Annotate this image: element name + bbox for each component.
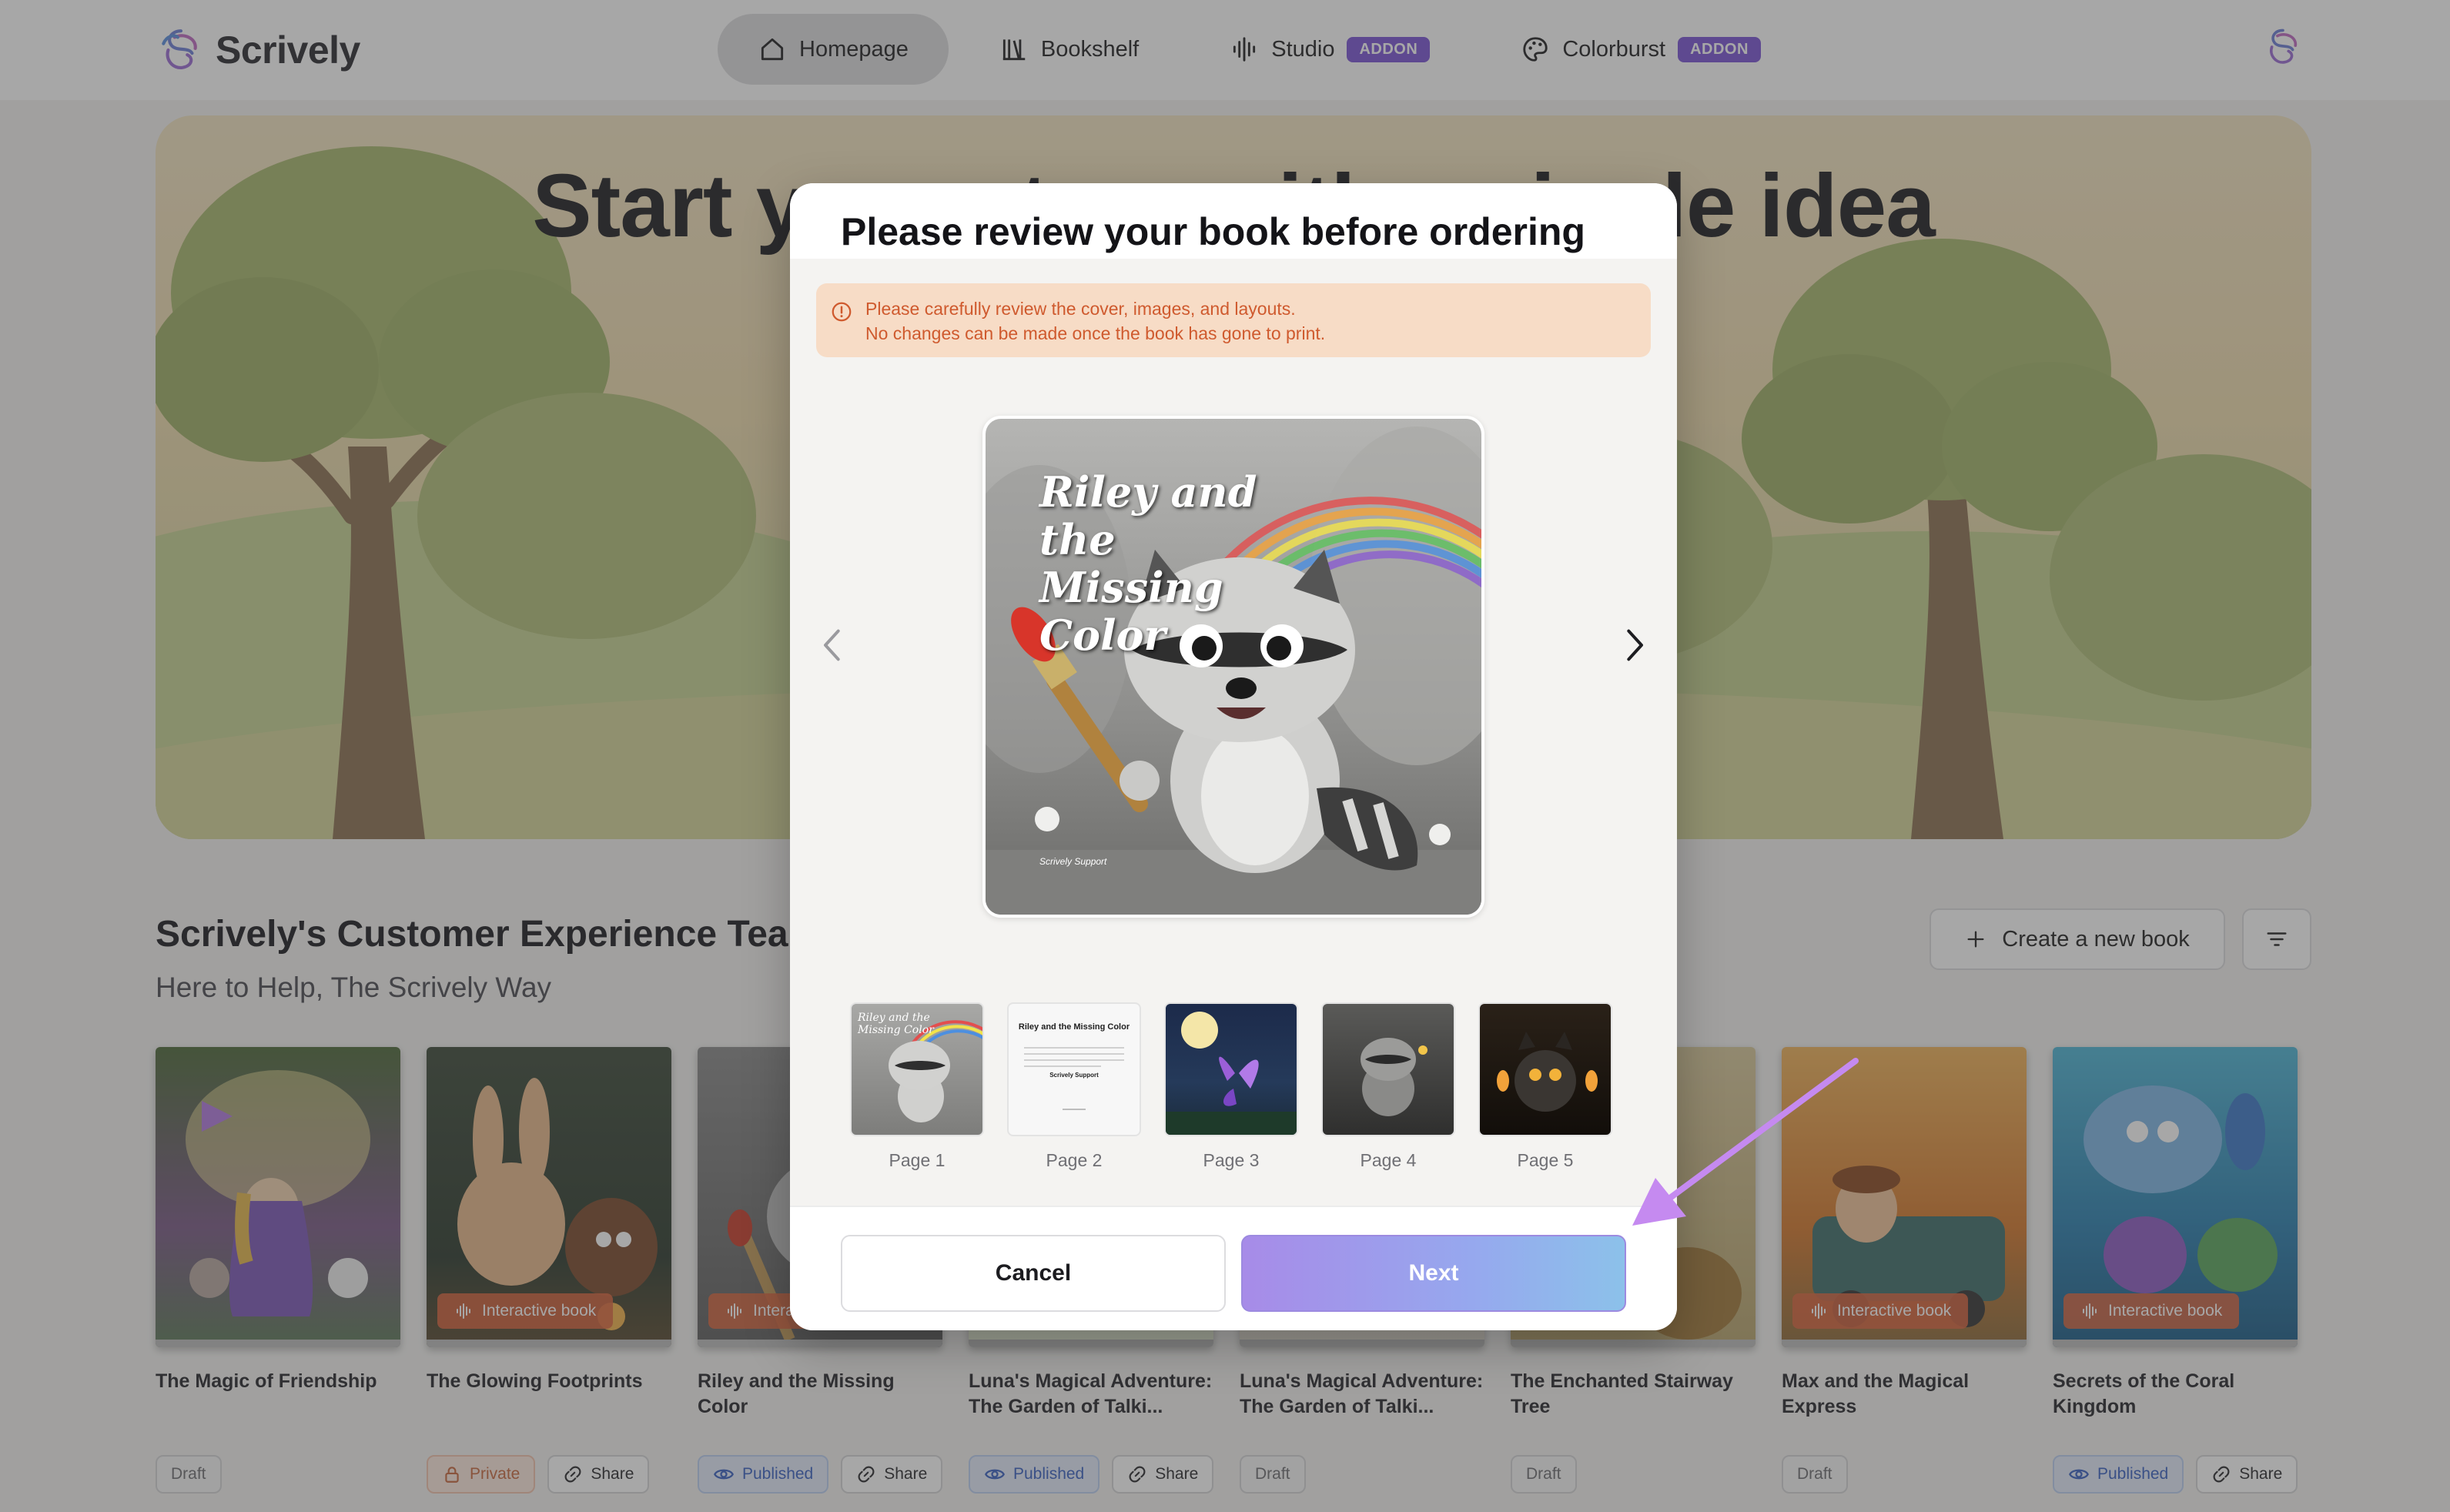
info-icon (832, 302, 852, 322)
thumbnail-image[interactable] (1478, 1002, 1612, 1136)
chevron-right-icon (1627, 629, 1643, 661)
book-cover-preview: Riley and the Missing Color Scrively Sup… (982, 416, 1484, 918)
review-book-modal: Please review your book before ordering … (790, 183, 1677, 1330)
page2-title: Riley and the Missing Color (1018, 1022, 1130, 1032)
warning-alert: Please carefully review the cover, image… (816, 283, 1651, 357)
thumbnail-illustration: Riley and the Missing Color (857, 1012, 982, 1122)
cover-title: Riley and the Missing Color (1039, 467, 1257, 660)
thumbnail-illustration (1361, 1038, 1427, 1116)
page2-credit: Scrively Support (1049, 1072, 1099, 1079)
page-thumbnails: Riley and the Missing Color Page 1 Riley… (850, 1002, 1612, 1171)
page-label: Page 2 (1046, 1150, 1103, 1170)
page-thumbnail[interactable]: Page 4 (1321, 1002, 1455, 1171)
svg-text:Missing Color: Missing Color (857, 1024, 935, 1036)
next-page-arrow[interactable] (1611, 622, 1657, 668)
warning-line-1: Please carefully review the cover, image… (865, 299, 1296, 319)
page-thumbnail[interactable]: Page 3 (1164, 1002, 1298, 1171)
modal-title: Please review your book before ordering (841, 210, 1585, 253)
cover-credit: Scrively Support (1039, 856, 1107, 867)
thumbnail-image[interactable] (1321, 1002, 1455, 1136)
page-label: Page 1 (889, 1150, 946, 1170)
previous-page-button[interactable] (810, 622, 856, 668)
thumbnail-illustration (1497, 1032, 1598, 1112)
page-label: Page 3 (1203, 1150, 1260, 1170)
pointer-arrow-annotation (1632, 1058, 1859, 1226)
svg-text:Riley and the: Riley and the (857, 1012, 930, 1024)
modal-header: Please review your book before ordering (790, 183, 1677, 259)
page-thumbnail[interactable]: Riley and the Missing Color Page 1 (850, 1002, 984, 1171)
next-button[interactable]: Next (1241, 1235, 1626, 1312)
warning-line-2: No changes can be made once the book has… (865, 323, 1326, 343)
thumbnail-image[interactable]: Riley and the Missing Color (850, 1002, 984, 1136)
page-label: Page 4 (1360, 1150, 1417, 1170)
thumbnail-image[interactable] (1164, 1002, 1298, 1136)
thumbnail-illustration (1166, 1012, 1297, 1135)
page-thumbnail[interactable]: Riley and the Missing Color Scrively Sup… (1007, 1002, 1141, 1171)
page-label: Page 5 (1517, 1150, 1574, 1170)
thumbnail-image[interactable]: Riley and the Missing Color Scrively Sup… (1007, 1002, 1141, 1136)
cancel-button[interactable]: Cancel (841, 1235, 1226, 1312)
page-thumbnail[interactable]: Page 5 (1478, 1002, 1612, 1171)
modal-footer: Cancel Next (790, 1206, 1677, 1330)
chevron-left-icon (824, 629, 840, 661)
